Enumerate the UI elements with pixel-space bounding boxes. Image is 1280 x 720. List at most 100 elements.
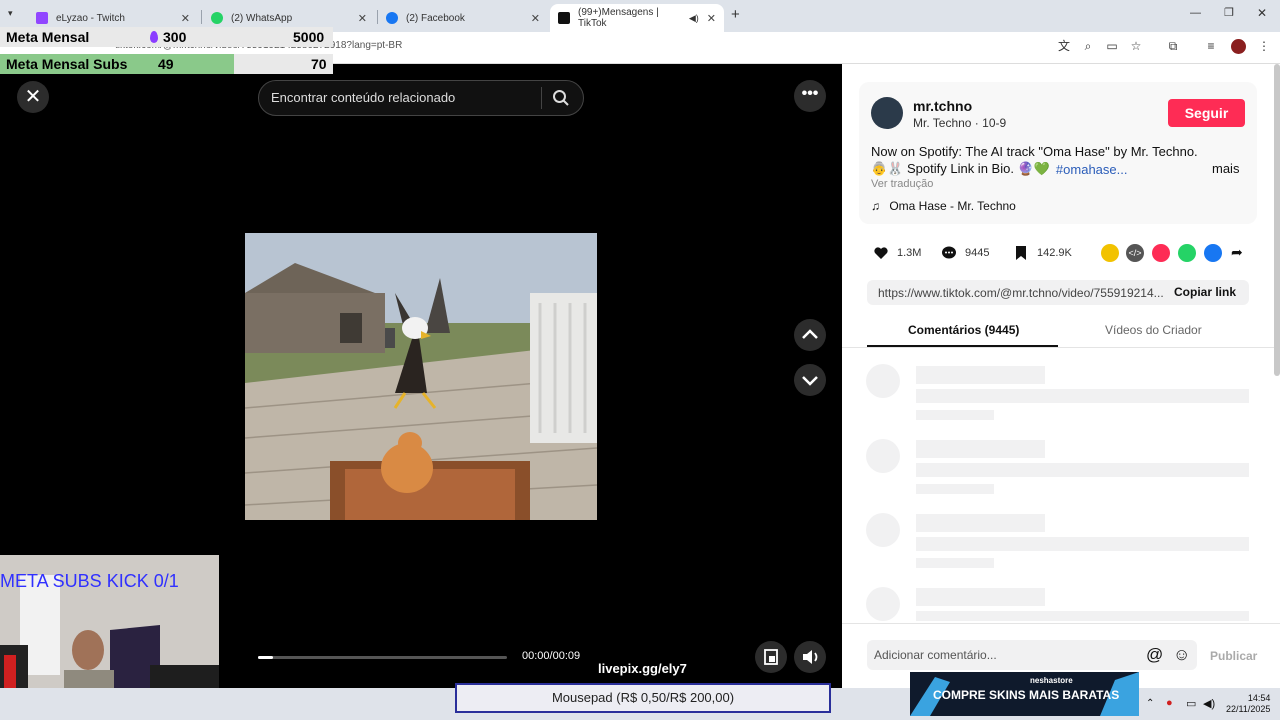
close-video-button[interactable]: ✕ (17, 81, 49, 113)
next-video-button[interactable] (794, 364, 826, 396)
skeleton-line (916, 558, 994, 568)
description-line2: 👵🐰 Spotify Link in Bio. 🔮💚 #omahase... (871, 161, 1127, 177)
picture-in-picture-icon (764, 649, 778, 665)
skeleton-line (916, 484, 994, 494)
like-count: 1.3M (897, 247, 922, 259)
more-options-button[interactable]: ••• (794, 80, 826, 112)
cast-icon[interactable]: ▭ (1104, 38, 1120, 54)
goal2-target: 70 (311, 56, 327, 72)
media-control-icon[interactable]: ≡ (1203, 38, 1219, 54)
tray-chevron-up-icon[interactable]: ⌃ (1146, 698, 1154, 709)
hashtag-link[interactable]: #omahase... (1056, 162, 1128, 177)
close-tab-icon[interactable]: ✕ (531, 12, 540, 25)
search-icon[interactable] (551, 88, 571, 108)
previous-video-button[interactable] (794, 319, 826, 351)
comment-button[interactable]: 9445 (941, 245, 989, 261)
save-button[interactable]: 142.9K (1013, 245, 1072, 261)
taskbar-clock[interactable]: 14:54 22/11/2025 (1226, 693, 1270, 715)
skeleton-line (916, 611, 1249, 621)
skeleton-line (916, 537, 1249, 551)
search-placeholder: Encontrar conteúdo relacionado (271, 90, 456, 105)
chevron-up-icon (802, 329, 818, 339)
skeleton-avatar (866, 513, 900, 547)
tab-title: (2) WhatsApp (231, 12, 293, 24)
goal1-target: 5000 (293, 29, 325, 45)
microphone-icon[interactable]: ● (1166, 697, 1173, 709)
author-display-name: Mr. Techno · 10-9 (913, 116, 1007, 130)
tab-title: (2) Facebook (406, 12, 465, 24)
panel-scrollbar[interactable] (1274, 64, 1280, 376)
mention-icon[interactable]: @ (1146, 645, 1163, 665)
close-tab-icon[interactable]: ✕ (181, 12, 190, 25)
tab-creator-videos[interactable]: Vídeos do Criador (1105, 323, 1202, 337)
goal2-label: Meta Mensal Subs (6, 56, 128, 72)
close-tab-icon[interactable]: ✕ (358, 12, 367, 25)
extensions-icon[interactable]: ⧉ (1165, 38, 1181, 54)
goal1-label: Meta Mensal (6, 29, 90, 45)
goal1-current: 300 (163, 29, 187, 45)
clock-time: 14:54 (1247, 693, 1271, 703)
publish-button[interactable]: Publicar (1210, 649, 1257, 663)
tab-comments[interactable]: Comentários (9445) (908, 323, 1019, 337)
goal2-current: 49 (158, 56, 174, 72)
copy-link-button[interactable]: Copiar link (1174, 285, 1236, 299)
tab-tiktok[interactable]: (99+)Mensagens | TikTok ◀) ✕ (550, 4, 724, 32)
maximize-icon[interactable]: ❐ (1224, 6, 1234, 19)
volume-button[interactable] (794, 641, 826, 673)
active-tab-indicator (867, 345, 1058, 347)
comment-icon (942, 246, 956, 259)
facebook-share-icon[interactable] (1204, 244, 1222, 262)
pip-button[interactable] (755, 641, 787, 673)
repost-icon[interactable] (1101, 244, 1119, 262)
comment-placeholder: Adicionar comentário... (874, 648, 997, 662)
skeleton-line (916, 463, 1249, 477)
profile-avatar[interactable] (1231, 39, 1246, 54)
clock-date: 22/11/2025 (1226, 704, 1271, 714)
drop-icon (150, 31, 158, 43)
send-icon[interactable] (1152, 244, 1170, 262)
browser-menu-icon[interactable]: ⋮ (1256, 38, 1272, 54)
close-tab-icon[interactable]: ✕ (707, 12, 716, 25)
network-icon[interactable]: ▭ (1186, 697, 1196, 710)
minimize-icon[interactable]: — (1190, 7, 1201, 19)
whatsapp-share-icon[interactable] (1178, 244, 1196, 262)
translate-icon[interactable]: 文 (1056, 38, 1072, 54)
zoom-icon[interactable]: ⌕ (1080, 38, 1096, 54)
skeleton-line (916, 389, 1249, 403)
skeleton-line (916, 440, 1045, 458)
skeleton-avatar (866, 439, 900, 473)
avatar[interactable] (871, 97, 903, 129)
speaker-icon[interactable]: ◀) (689, 13, 699, 24)
new-tab-icon[interactable]: + (731, 6, 740, 23)
video-link[interactable]: https://www.tiktok.com/@mr.tchno/video/7… (878, 286, 1164, 300)
bookmark-star-icon[interactable]: ☆ (1128, 38, 1144, 54)
translate-link[interactable]: Ver tradução (871, 178, 933, 190)
skeleton-line (916, 588, 1045, 606)
video-progress-fill (258, 656, 273, 659)
whatsapp-icon (211, 12, 223, 24)
tab-list-icon[interactable]: ▾ (8, 8, 22, 22)
music-link[interactable]: ♫ Oma Hase - Mr. Techno (871, 199, 1016, 213)
tab-separator (201, 10, 202, 24)
author-username[interactable]: mr.tchno (913, 98, 972, 114)
twitch-icon (36, 12, 48, 24)
description-line1: Now on Spotify: The AI track "Oma Hase" … (871, 144, 1198, 159)
close-window-icon[interactable]: ✕ (1257, 6, 1267, 20)
like-button[interactable]: 1.3M (873, 245, 921, 261)
tab-facebook[interactable]: (2) Facebook ✕ (378, 4, 548, 32)
video-progress-bar[interactable] (258, 656, 507, 659)
tab-title: (99+)Mensagens | TikTok (578, 7, 659, 29)
chevron-down-icon (802, 376, 818, 386)
embed-icon[interactable]: </> (1126, 244, 1144, 262)
emoji-icon[interactable]: ☺ (1173, 645, 1190, 665)
tiktok-icon (558, 12, 570, 24)
save-count: 142.9K (1037, 247, 1072, 259)
video-frame[interactable] (245, 233, 597, 520)
skeleton-line (916, 410, 994, 420)
speaker-tray-icon[interactable]: ◀) (1203, 697, 1215, 710)
follow-button[interactable]: Seguir (1168, 99, 1245, 127)
volume-icon (803, 650, 818, 664)
skeleton-avatar (866, 364, 900, 398)
more-link[interactable]: mais (1212, 161, 1239, 176)
share-arrow-icon[interactable]: ➦ (1231, 244, 1243, 261)
